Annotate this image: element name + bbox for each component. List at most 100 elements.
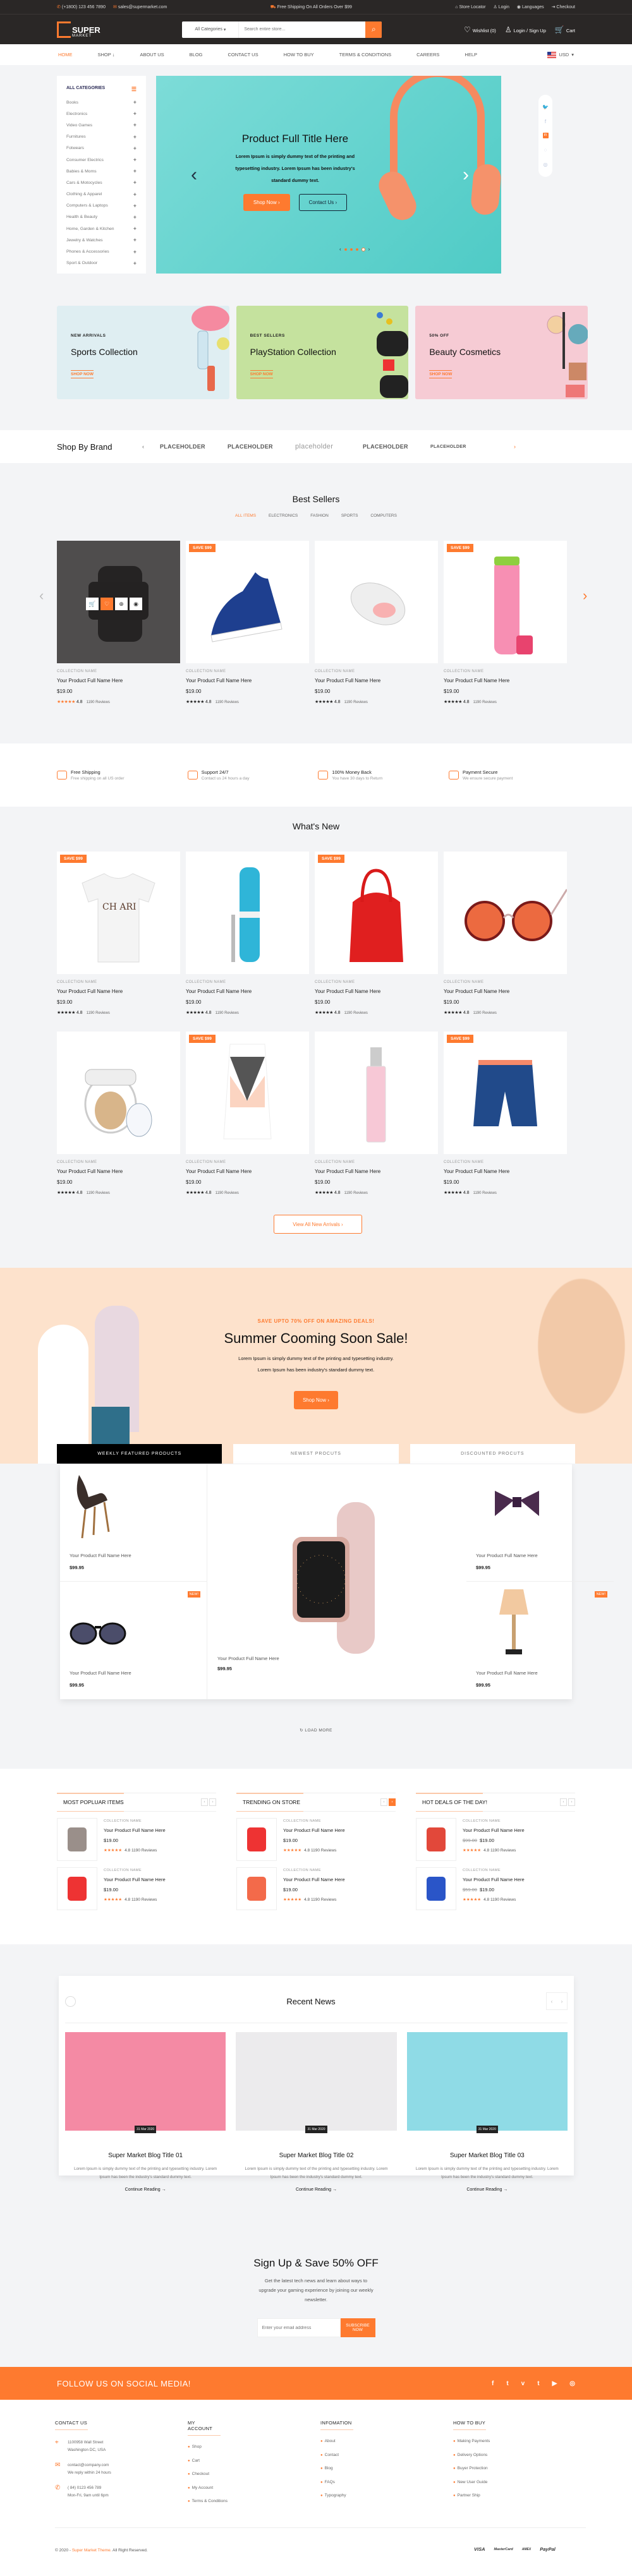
product-name[interactable]: Your Product Full Name Here bbox=[444, 989, 567, 994]
category-item[interactable]: Fotwears + bbox=[66, 143, 137, 154]
news-post-title[interactable]: Super Market Blog Title 02 bbox=[236, 2152, 396, 2159]
footer-link[interactable]: Contact bbox=[320, 2453, 453, 2467]
plus-icon[interactable]: + bbox=[133, 145, 137, 152]
category-item[interactable]: Cars & Motocycles + bbox=[66, 177, 137, 188]
category-item[interactable]: Phones & Accessories + bbox=[66, 246, 137, 257]
product-card[interactable]: COLLECTION NAME Your Product Full Name He… bbox=[315, 1032, 438, 1195]
product-name[interactable]: Your Product Full Name Here bbox=[315, 1169, 438, 1174]
footer-link[interactable]: Partner Ship bbox=[453, 2493, 586, 2507]
instagram-icon[interactable]: ◎ bbox=[544, 162, 548, 167]
brands-prev-icon[interactable]: ‹ bbox=[142, 443, 144, 450]
add-to-cart-icon[interactable]: 🛒 bbox=[86, 598, 99, 610]
product-card[interactable]: 🛒 ♡ ⊕ ◉ COLLECTION NAME Your Product Full Nam… bbox=[57, 541, 180, 704]
news-post-title[interactable]: Super Market Blog Title 01 bbox=[65, 2152, 226, 2159]
menu-icon[interactable]: ☰ bbox=[131, 86, 137, 93]
plus-icon[interactable]: + bbox=[133, 111, 137, 117]
list-next-icon[interactable]: › bbox=[568, 1798, 575, 1806]
plus-icon[interactable]: + bbox=[133, 99, 137, 105]
featured-item[interactable]: Your Product Full Name Here $99.95 bbox=[60, 1464, 207, 1582]
product-card[interactable]: COLLECTION NAME Your Product Full Name He… bbox=[315, 541, 438, 704]
category-item[interactable]: Consumer Electrics + bbox=[66, 154, 137, 166]
plus-icon[interactable]: + bbox=[133, 249, 137, 255]
slider-next-arrow-icon[interactable]: › bbox=[463, 164, 469, 186]
review-count[interactable]: 1190 Reviews bbox=[216, 701, 239, 704]
plus-icon[interactable]: + bbox=[133, 191, 137, 198]
slider-prev-arrow-icon[interactable]: ‹ bbox=[191, 164, 197, 186]
plus-icon[interactable]: + bbox=[133, 134, 137, 140]
wishlist-heart-icon[interactable]: ♡ bbox=[100, 598, 113, 610]
best-sellers-next-icon[interactable]: › bbox=[583, 587, 587, 604]
news-prev-icon[interactable]: ‹ bbox=[547, 1993, 557, 2009]
product-name[interactable]: Your Product Full Name Here bbox=[283, 1877, 345, 1882]
product-name[interactable]: Your Product Full Name Here bbox=[57, 1169, 180, 1174]
review-count[interactable]: 1190 Reviews bbox=[490, 1848, 516, 1853]
brand-logo[interactable]: PLACEHOLDER bbox=[430, 445, 498, 449]
nav-home[interactable]: HOME bbox=[58, 52, 73, 57]
continue-reading-link[interactable]: Continue Reading → bbox=[65, 2188, 226, 2192]
category-select[interactable]: All Categories ▾ bbox=[182, 21, 240, 38]
product-name[interactable]: Your Product Full Name Here bbox=[444, 1169, 567, 1174]
continue-reading-link[interactable]: Continue Reading → bbox=[236, 2188, 396, 2192]
footer-link[interactable]: New User Guide bbox=[453, 2480, 586, 2494]
list-next-icon[interactable]: › bbox=[209, 1798, 216, 1806]
plus-icon[interactable]: + bbox=[133, 237, 137, 243]
review-count[interactable]: 1190 Reviews bbox=[131, 1848, 157, 1853]
zoom-icon[interactable]: ⊕ bbox=[115, 598, 128, 610]
category-item[interactable]: Health & Beauty + bbox=[66, 212, 137, 223]
view-all-new-arrivals-button[interactable]: View All New Arrivals › bbox=[274, 1215, 362, 1234]
tumblr-icon[interactable]: t bbox=[537, 2380, 539, 2387]
brand-logo[interactable]: PLACEHOLDER bbox=[363, 443, 430, 450]
plus-icon[interactable]: + bbox=[133, 157, 137, 163]
sale-shop-now-button[interactable]: Shop Now › bbox=[294, 1391, 338, 1409]
footer-link[interactable]: Blog bbox=[320, 2466, 453, 2480]
footer-link[interactable]: Making Payments bbox=[453, 2439, 586, 2453]
email-field[interactable] bbox=[257, 2318, 341, 2337]
slider-dot[interactable] bbox=[355, 248, 358, 251]
review-count[interactable]: 1190 Reviews bbox=[490, 1898, 516, 1902]
tab-all-items[interactable]: ALL ITEMS bbox=[235, 514, 256, 518]
promo-card[interactable]: BEST SELLERS PlayStation Collection SHOP N… bbox=[236, 306, 409, 399]
plus-icon[interactable]: + bbox=[133, 179, 137, 186]
news-next-icon[interactable]: › bbox=[557, 1993, 567, 2009]
review-count[interactable]: 1190 Reviews bbox=[473, 701, 497, 704]
phone-link[interactable]: ✆ (+1800) 123 456 7890 bbox=[57, 4, 106, 9]
dots-next-icon[interactable]: › bbox=[368, 246, 370, 252]
promo-card[interactable]: 50% OFF Beauty Cosmetics SHOP NOW bbox=[415, 306, 588, 399]
product-name[interactable]: Your Product Full Name Here bbox=[463, 1827, 525, 1833]
review-count[interactable]: 1190 Reviews bbox=[131, 1898, 157, 1902]
copyright-brand-link[interactable]: Super Market Theme. bbox=[72, 2548, 112, 2553]
tab-weekly-featured[interactable]: WEEKLY FEATURED PRODUCTS bbox=[57, 1444, 222, 1464]
footer-link[interactable]: Shop bbox=[188, 2445, 320, 2459]
list-next-icon[interactable]: › bbox=[389, 1798, 396, 1806]
product-card[interactable]: COLLECTION NAME Your Product Full Name He… bbox=[57, 1032, 180, 1195]
nav-help[interactable]: HELP bbox=[465, 52, 477, 57]
product-card[interactable]: COLLECTION NAME Your Product Full Name He… bbox=[444, 852, 567, 1015]
nav-about[interactable]: ABOUT US bbox=[140, 52, 164, 57]
product-name[interactable]: Your Product Full Name Here bbox=[186, 1169, 309, 1174]
category-item[interactable]: Home, Garden & Kitchen + bbox=[66, 223, 137, 234]
brand-logo[interactable]: placeholder bbox=[295, 443, 363, 450]
best-sellers-prev-icon[interactable]: ‹ bbox=[39, 587, 44, 604]
product-name[interactable]: Your Product Full Name Here bbox=[104, 1877, 166, 1882]
languages-link[interactable]: ◉ Languages bbox=[517, 4, 544, 9]
tab-computers[interactable]: COMPUTERS bbox=[370, 514, 397, 518]
review-count[interactable]: 1190 Reviews bbox=[311, 1848, 336, 1853]
category-item[interactable]: Video Games + bbox=[66, 119, 137, 131]
youtube-icon[interactable]: ▶ bbox=[552, 2380, 557, 2387]
list-item[interactable]: COLLECTION NAME Your Product Full Name He… bbox=[236, 1867, 396, 1910]
product-name[interactable]: Your Product Full Name Here bbox=[104, 1827, 166, 1833]
category-item[interactable]: Books + bbox=[66, 97, 137, 108]
category-item[interactable]: Clothing & Apparel + bbox=[66, 189, 137, 200]
slider-dot-active[interactable] bbox=[361, 247, 365, 251]
nav-careers[interactable]: CAREERS bbox=[416, 52, 439, 57]
product-name[interactable]: Your Product Full Name Here bbox=[186, 678, 309, 683]
footer-link[interactable]: Checkout bbox=[188, 2472, 320, 2486]
twitter-icon[interactable]: t bbox=[506, 2380, 508, 2387]
promo-shop-now-link[interactable]: SHOP NOW bbox=[429, 370, 453, 378]
email-link[interactable]: ✉ sales@supermarket.com bbox=[113, 4, 167, 9]
review-count[interactable]: 1190 Reviews bbox=[87, 1011, 110, 1015]
search-button[interactable]: ⌕ bbox=[365, 21, 382, 38]
twitter-icon[interactable]: 🐦 bbox=[542, 104, 549, 110]
product-card[interactable]: SAVE $99 COLLECTION NAME Your Product Full… bbox=[186, 541, 309, 704]
news-post[interactable]: 31 Mar 2020 Super Market Blog Title 01 Lor… bbox=[65, 2032, 226, 2192]
